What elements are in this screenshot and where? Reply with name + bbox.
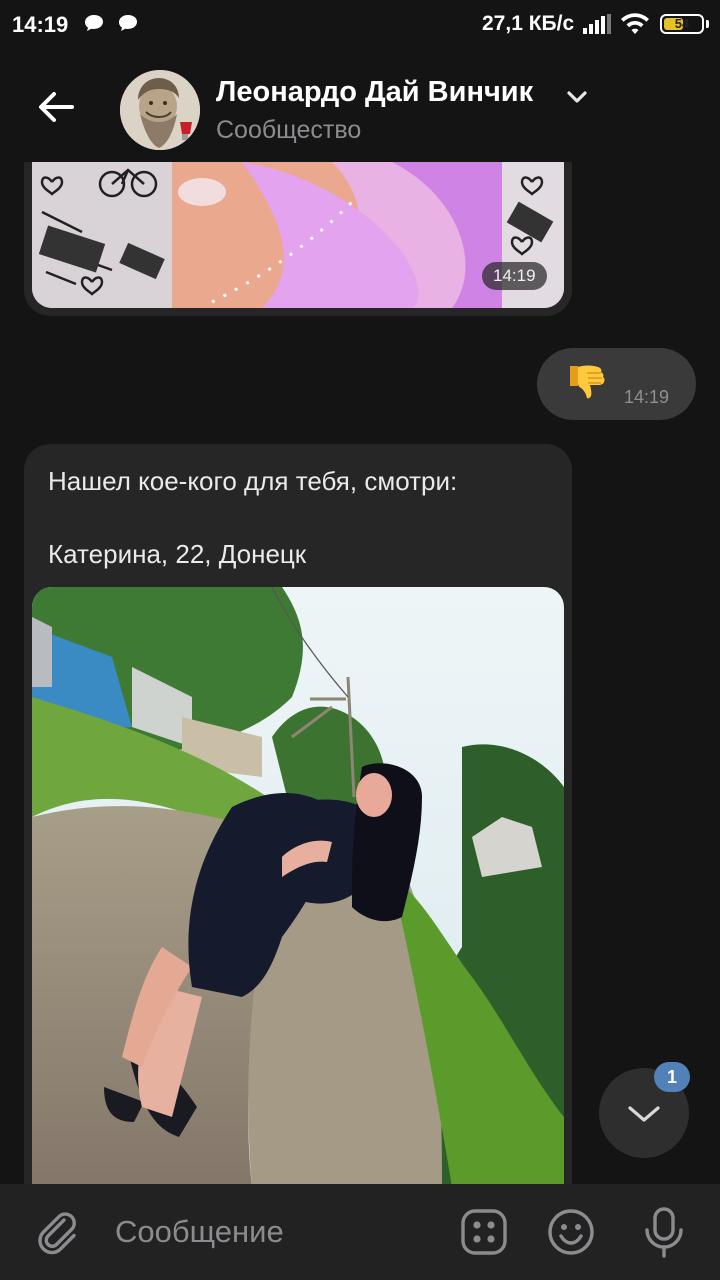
- battery-tip: [706, 20, 709, 28]
- attach-button[interactable]: [34, 1208, 82, 1256]
- network-speed: 27,1 КБ/с: [482, 12, 575, 35]
- chat-header: Леонардо Дай Винчик Сообщество: [0, 52, 720, 162]
- chat-subtitle: Сообщество: [216, 116, 362, 144]
- message-list[interactable]: 14:19 14:19 Нашел кое-кого для тебя, смо…: [0, 162, 720, 1184]
- message-text: Нашел кое-кого для тебя, смотри:: [48, 466, 458, 496]
- message-text: Катерина, 22, Донецк: [48, 539, 307, 569]
- stickers-icon: [461, 1209, 507, 1255]
- chat-bubble-icon: [85, 15, 103, 31]
- chevron-down-icon[interactable]: [566, 90, 588, 104]
- microphone-icon: [645, 1207, 683, 1258]
- profile-photo-image: [32, 587, 564, 1184]
- message-photo[interactable]: [32, 587, 564, 1184]
- smile-icon: [548, 1209, 594, 1255]
- message-time: 14:19: [482, 262, 547, 290]
- thumbs-down-emoji: [570, 365, 605, 399]
- chevron-down-icon: [628, 1106, 660, 1122]
- battery-level: 54: [674, 16, 690, 31]
- battery-icon: 54: [660, 14, 704, 34]
- back-button[interactable]: [28, 82, 84, 132]
- outgoing-message[interactable]: [537, 348, 696, 420]
- chat-title[interactable]: Леонардо Дай Винчик: [216, 76, 533, 109]
- pillow-photo-image: [32, 162, 564, 308]
- avatar[interactable]: [120, 70, 200, 150]
- chat-bubble-icon: [119, 15, 137, 31]
- message-composer: [0, 1184, 720, 1280]
- wifi-icon: [621, 13, 649, 34]
- unread-count-badge: 1: [654, 1062, 690, 1092]
- message-input[interactable]: [112, 1206, 448, 1258]
- voice-message-button[interactable]: [640, 1206, 688, 1258]
- status-bar: 14:19 27,1 КБ/с 54: [0, 0, 720, 52]
- message-time: 14:19: [624, 387, 670, 407]
- stickers-button[interactable]: [460, 1208, 508, 1256]
- signal-icon: [583, 14, 611, 34]
- emoji-button[interactable]: [547, 1208, 595, 1256]
- message-photo[interactable]: [32, 162, 564, 308]
- paperclip-icon: [38, 1212, 76, 1255]
- leonardo-portrait-image: [120, 70, 200, 150]
- arrow-left-icon: [39, 92, 74, 122]
- status-time: 14:19: [12, 12, 69, 37]
